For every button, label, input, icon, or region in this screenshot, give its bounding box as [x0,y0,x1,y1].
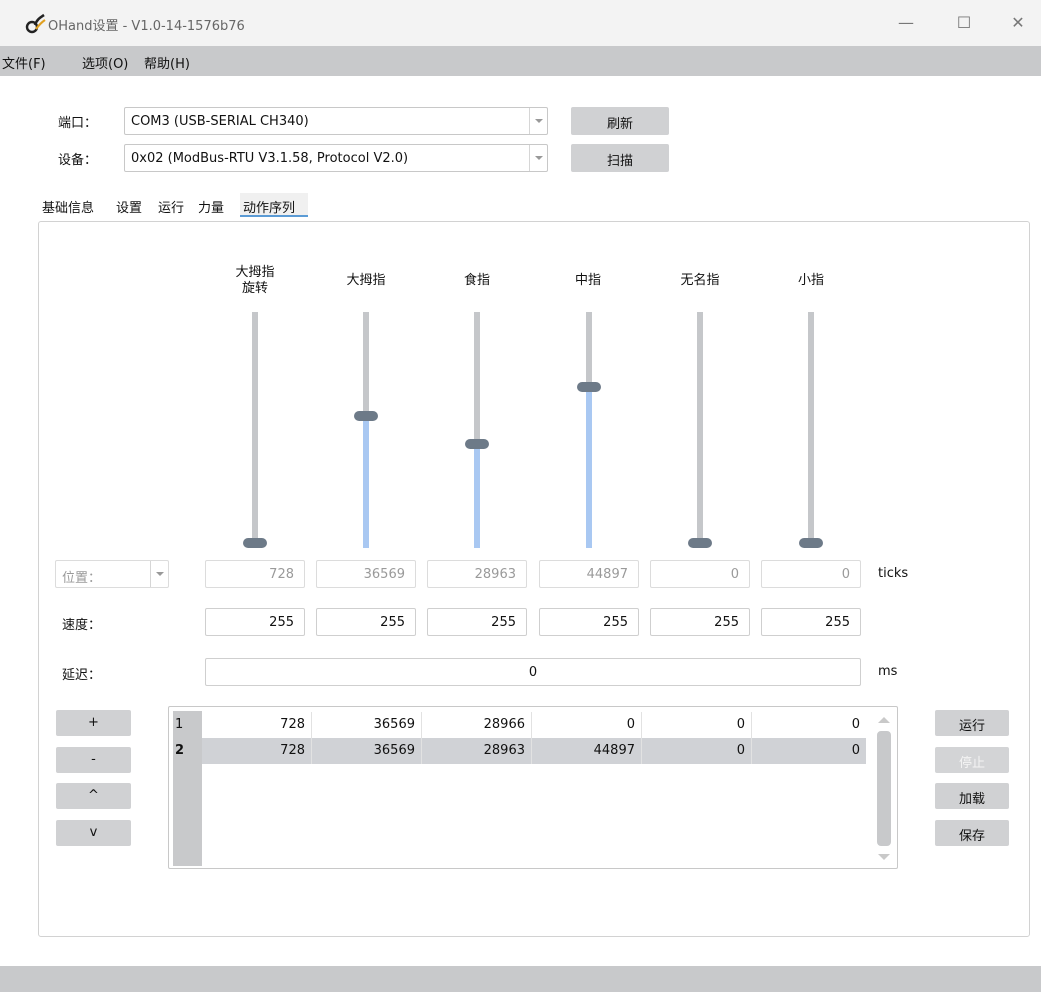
table-cell[interactable]: 28963 [422,738,532,764]
refresh-button[interactable]: 刷新 [571,107,669,135]
table-cell[interactable]: 44897 [532,738,642,764]
load-button[interactable]: 加载 [935,783,1009,809]
table-cell[interactable]: 0 [752,738,866,764]
slider-middle[interactable] [577,312,601,548]
app-logo-icon [25,13,46,34]
device-select[interactable]: 0x02 (ModBus-RTU V3.1.58, Protocol V2.0) [124,144,548,172]
mode-select-value: 位置： [62,571,102,586]
tab-force[interactable]: 力量 [198,193,234,217]
scroll-up-icon[interactable] [878,717,890,723]
table-row[interactable]: 728 36569 28963 44897 0 0 [202,738,866,764]
table-scrollbar[interactable] [875,711,893,866]
position-field-ring[interactable]: 0 [650,560,750,588]
chevron-down-icon [529,145,547,171]
slider-handle[interactable] [799,538,823,548]
menu-options[interactable]: 选项(O) [82,53,128,72]
slider-little[interactable] [799,312,823,548]
chevron-down-icon [529,108,547,134]
table-row[interactable]: 728 36569 28966 0 0 0 [202,712,866,738]
finger-label-thumb: 大拇指 [346,273,386,288]
table-cell[interactable]: 0 [532,712,642,738]
table-cell[interactable]: 0 [642,738,752,764]
position-field-middle[interactable]: 44897 [539,560,639,588]
device-select-value: 0x02 (ModBus-RTU V3.1.58, Protocol V2.0) [131,151,409,166]
window-title: OHand设置 - V1.0-14-1576b76 [48,19,245,34]
finger-label-index: 食指 [463,273,490,288]
finger-label-little: 小指 [797,273,824,288]
slider-handle[interactable] [465,438,489,449]
row-number[interactable]: 2 [175,743,184,758]
speed-field-index[interactable]: 255 [427,608,527,636]
position-field-thumb[interactable]: 36569 [316,560,416,588]
save-button[interactable]: 保存 [935,820,1009,846]
slider-thumb[interactable] [354,312,378,548]
delay-field[interactable]: 0 [205,658,861,686]
table-cell[interactable]: 0 [752,712,866,738]
chevron-down-icon [150,561,168,587]
delay-label: 延迟： [62,668,102,683]
row-header-column [173,711,202,866]
tab-basic-info[interactable]: 基础信息 [42,193,110,217]
table-cell[interactable]: 0 [642,712,752,738]
status-bar [0,966,1041,992]
stop-button[interactable]: 停止 [935,747,1009,773]
slider-ring[interactable] [688,312,712,548]
sequence-table[interactable]: 1 2 728 36569 28966 0 0 0 728 36569 2896… [168,706,898,869]
slider-thumb-rotation[interactable] [243,312,267,548]
slider-handle[interactable] [577,382,601,393]
position-field-index[interactable]: 28963 [427,560,527,588]
title-bar: OHand设置 - V1.0-14-1576b76 — ☐ ✕ [0,0,1041,46]
port-label: 端口： [58,116,98,131]
slider-handle[interactable] [688,538,712,548]
slider-handle[interactable] [243,538,267,548]
minimize-button[interactable]: — [894,12,918,36]
finger-label-middle: 中指 [574,273,601,288]
maximize-button[interactable]: ☐ [952,12,976,36]
move-down-button[interactable]: v [56,820,131,846]
table-cell[interactable]: 728 [202,712,312,738]
port-select[interactable]: COM3 (USB-SERIAL CH340) [124,107,548,135]
device-label: 设备： [58,153,98,168]
remove-step-button[interactable]: - [56,747,131,773]
speed-field-thumb-rotation[interactable]: 255 [205,608,305,636]
table-cell[interactable]: 36569 [312,738,422,764]
speed-field-middle[interactable]: 255 [539,608,639,636]
menu-bar: 文件(F) 选项(O) 帮助(H) [0,46,1041,76]
mode-select[interactable]: 位置： [55,560,169,588]
speed-field-thumb[interactable]: 255 [316,608,416,636]
position-field-little[interactable]: 0 [761,560,861,588]
speed-label: 速度： [62,618,102,633]
table-cell[interactable]: 28966 [422,712,532,738]
table-cell[interactable]: 728 [202,738,312,764]
tab-settings[interactable]: 设置 [116,193,152,217]
position-unit: ticks [878,566,909,581]
scan-button[interactable]: 扫描 [571,144,669,172]
scrollbar-thumb[interactable] [877,731,891,846]
run-button[interactable]: 运行 [935,710,1009,736]
menu-file[interactable]: 文件(F) [2,53,46,72]
move-up-button[interactable]: ^ [56,783,131,809]
delay-unit: ms [878,664,898,679]
finger-label-ring: 无名指 [680,273,720,288]
finger-label-thumb-rotation: 大拇指 旋转 [235,265,275,296]
menu-help[interactable]: 帮助(H) [144,53,190,72]
table-cell[interactable]: 36569 [312,712,422,738]
close-button[interactable]: ✕ [1006,12,1030,36]
speed-field-little[interactable]: 255 [761,608,861,636]
speed-field-ring[interactable]: 255 [650,608,750,636]
position-field-thumb-rotation[interactable]: 728 [205,560,305,588]
port-select-value: COM3 (USB-SERIAL CH340) [131,114,309,129]
row-number[interactable]: 1 [175,717,183,732]
slider-index[interactable] [465,312,489,548]
tab-action-sequence[interactable]: 动作序列 [240,193,308,217]
tab-run[interactable]: 运行 [158,193,192,217]
scroll-down-icon[interactable] [878,854,890,860]
slider-handle[interactable] [354,411,378,422]
add-step-button[interactable]: + [56,710,131,736]
